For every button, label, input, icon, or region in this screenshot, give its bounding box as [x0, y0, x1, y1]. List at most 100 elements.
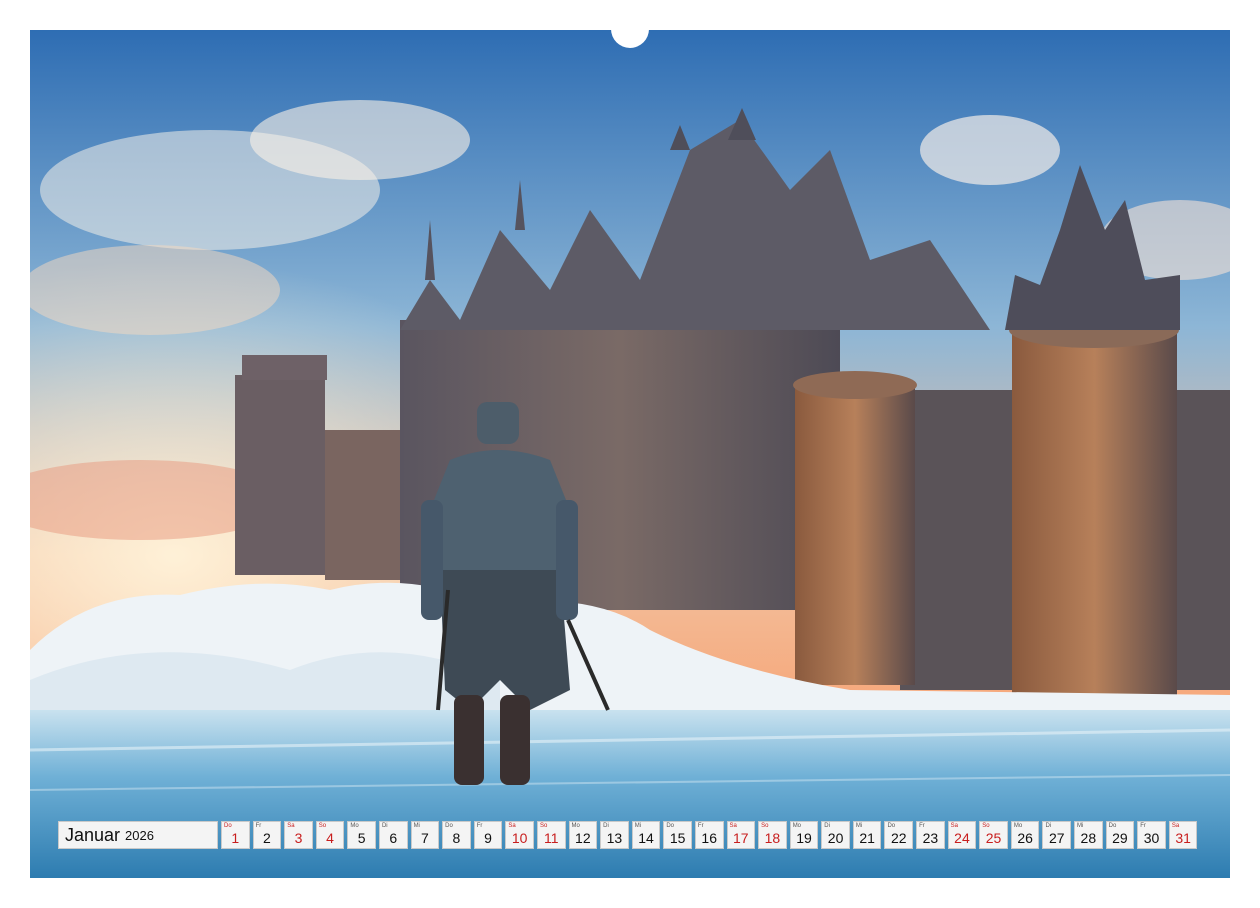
weekday-label: Fr	[255, 823, 262, 829]
weekday-label: Di	[603, 823, 609, 829]
day-number: 30	[1143, 830, 1160, 846]
day-cell: Di 13	[600, 821, 629, 849]
weekday-label: Mo	[350, 823, 359, 829]
day-cell: Sa 10	[505, 821, 534, 849]
weekday-label: Di	[1045, 823, 1052, 829]
day-cell: Do 29	[1105, 821, 1135, 849]
day-cell: Do 1	[221, 821, 250, 849]
day-number: 16	[701, 830, 717, 846]
day-number: 25	[985, 830, 1002, 846]
weekday-label: Di	[381, 823, 388, 829]
weekday-label: Fr	[476, 823, 483, 829]
day-number: 2	[262, 830, 271, 846]
day-number: 18	[764, 830, 781, 846]
day-number: 27	[1048, 830, 1065, 846]
day-cells: Do 1 Fr 2 Sa 3 So 4 Mo 5 Di 6 Mi 7 Do 8 Fr 9 Sa 10 So 11 Mo 12 D…	[221, 821, 1198, 851]
day-number: 6	[389, 830, 398, 846]
day-number: 14	[638, 830, 654, 846]
weekday-label: Sa	[950, 823, 958, 829]
day-number: 5	[357, 830, 366, 846]
day-number: 12	[575, 830, 591, 846]
day-number: 8	[452, 830, 461, 846]
day-number: 19	[796, 830, 812, 846]
day-number: 15	[669, 830, 686, 846]
day-cell: Fr 9	[473, 821, 503, 849]
day-cell: Mi 28	[1074, 821, 1103, 849]
month-calendar-strip: Januar 2026 Do 1 Fr 2 Sa 3 So 4 Mo 5 Di 6 Mi 7 Do 8 Fr 9 S…	[58, 821, 1204, 851]
weekday-label: Di	[824, 823, 830, 829]
weekday-label: So	[318, 823, 327, 829]
weekday-label: So	[761, 823, 769, 829]
weekday-label: Do	[887, 823, 896, 829]
day-number: 3	[294, 830, 303, 846]
day-cell: Mi 14	[631, 821, 661, 849]
day-number: 21	[859, 830, 875, 846]
day-number: 26	[1017, 830, 1033, 846]
day-number: 10	[511, 830, 528, 846]
day-cell: Mo 12	[568, 821, 598, 849]
day-cell: Sa 24	[947, 821, 977, 849]
day-number: 1	[231, 830, 240, 846]
weekday-label: Mo	[571, 823, 580, 829]
day-cell: Sa 3	[284, 821, 313, 849]
weekday-label: Sa	[287, 823, 295, 829]
weekday-label: Mi	[1077, 823, 1084, 829]
weekday-label: So	[982, 823, 990, 829]
day-cell: Do 8	[442, 821, 471, 849]
day-number: 20	[827, 830, 844, 846]
weekday-label: Mi	[413, 823, 420, 829]
day-number: 13	[606, 830, 623, 846]
day-cell: Fr 23	[916, 821, 945, 849]
day-cell: So 25	[979, 821, 1008, 849]
day-cell: Do 22	[884, 821, 914, 849]
weekday-label: Sa	[729, 823, 737, 829]
month-label: Januar 2026	[58, 821, 218, 849]
day-cell: Mo 5	[347, 821, 376, 849]
weekday-label: Do	[1108, 823, 1117, 829]
day-cell: Di 6	[378, 821, 408, 849]
day-number: 31	[1175, 830, 1191, 846]
weekday-label: Fr	[1140, 823, 1146, 829]
weekday-label: Mi	[634, 823, 642, 829]
weekday-label: Sa	[1171, 823, 1180, 829]
day-cell: Di 27	[1042, 821, 1072, 849]
day-number: 28	[1080, 830, 1097, 846]
day-cell: So 11	[536, 821, 566, 849]
weekday-label: Do	[666, 823, 674, 829]
day-cell: Fr 16	[694, 821, 724, 849]
weekday-label: Fr	[919, 823, 925, 829]
day-cell: Fr 2	[252, 821, 282, 849]
day-cell: Fr 30	[1137, 821, 1166, 849]
day-cell: Sa 31	[1168, 821, 1198, 849]
weekday-label: Mo	[792, 823, 802, 829]
weekday-label: Do	[224, 823, 232, 829]
day-cell: Do 15	[663, 821, 692, 849]
day-number: 17	[733, 830, 749, 846]
day-number: 11	[543, 830, 559, 846]
day-number: 24	[954, 830, 970, 846]
month-name: Januar	[65, 825, 121, 845]
day-cell: Mo 19	[789, 821, 819, 849]
day-cell: Mo 26	[1010, 821, 1040, 849]
weekday-label: Mo	[1013, 823, 1023, 829]
calendar-photo	[30, 30, 1230, 878]
day-number: 22	[890, 830, 907, 846]
weekday-label: So	[539, 823, 548, 829]
day-cell: So 18	[758, 821, 787, 849]
day-number: 7	[420, 830, 429, 846]
weekday-label: Do	[445, 823, 453, 829]
weekday-label: Sa	[508, 823, 516, 829]
castle-knight-illustration	[30, 30, 1230, 878]
day-number: 9	[484, 830, 492, 846]
weekday-label: Fr	[697, 823, 704, 829]
day-number: 4	[326, 830, 334, 846]
day-cell: Di 20	[821, 821, 850, 849]
day-cell: Mi 7	[410, 821, 440, 849]
day-cell: Sa 17	[726, 821, 756, 849]
day-number: 23	[922, 830, 939, 846]
day-cell: So 4	[315, 821, 345, 849]
day-number: 29	[1112, 830, 1128, 846]
weekday-label: Mi	[855, 823, 863, 829]
year: 2026	[125, 828, 154, 843]
day-cell: Mi 21	[852, 821, 882, 849]
